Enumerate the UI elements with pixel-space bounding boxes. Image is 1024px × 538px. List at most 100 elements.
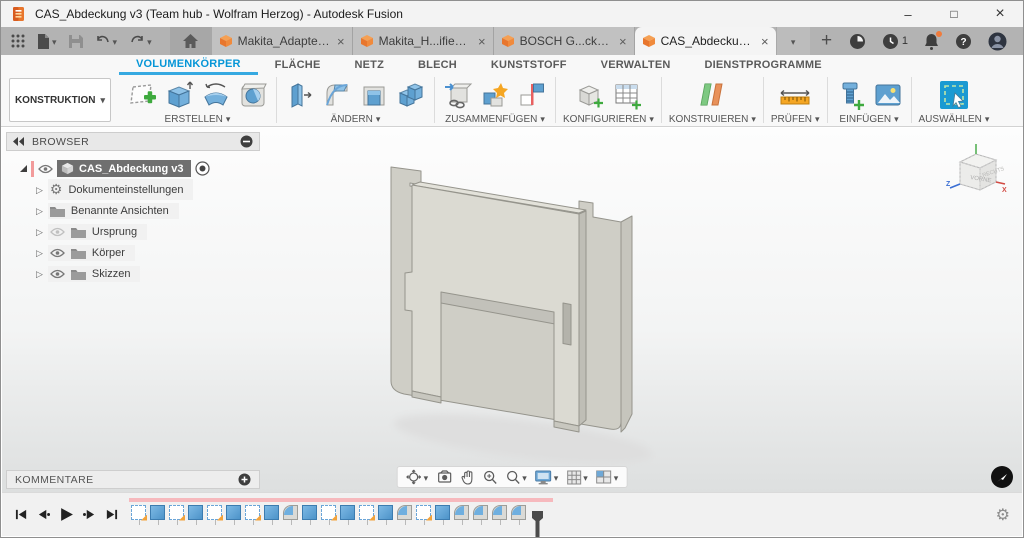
go-to-start-icon[interactable] xyxy=(15,508,28,521)
timeline-position-marker[interactable] xyxy=(532,511,543,537)
doc-tab-cas-abdeckung-active[interactable]: CAS_Abdeckung v3 xyxy=(635,27,776,55)
browser-item-dokumenteinstellungen[interactable]: Dokumenteinstellungen xyxy=(6,179,260,200)
maximize-icon[interactable] xyxy=(931,1,977,27)
pan-button[interactable] xyxy=(460,470,474,485)
tab-close-icon[interactable] xyxy=(337,34,345,49)
ribbon-tab-volumenkoerper[interactable]: VOLUMENKÖRPER xyxy=(119,55,258,75)
joint-icon[interactable] xyxy=(479,79,511,111)
timeline-feature-sketch[interactable] xyxy=(207,505,222,520)
group-label-aendern[interactable]: ÄNDERN xyxy=(331,114,381,125)
timeline-feature-fillet[interactable] xyxy=(283,505,298,520)
save-icon[interactable] xyxy=(63,29,89,53)
timeline-feature-extrude[interactable] xyxy=(378,505,393,520)
eye-visible-icon[interactable] xyxy=(38,164,53,174)
timeline-feature-sketch[interactable] xyxy=(131,505,146,520)
play-icon[interactable] xyxy=(59,507,74,522)
eye-visible-icon[interactable] xyxy=(50,269,65,279)
group-label-konfigurieren[interactable]: KONFIGURIEREN xyxy=(563,114,654,125)
tab-close-icon[interactable] xyxy=(478,34,486,49)
doc-tab-bosch[interactable]: BOSCH G...ckel v1 xyxy=(494,27,635,55)
tab-close-icon[interactable] xyxy=(761,34,769,49)
browser-item-skizzen[interactable]: Skizzen xyxy=(6,263,260,284)
activate-component-radio-icon[interactable] xyxy=(195,161,210,176)
expander-collapsed-icon[interactable] xyxy=(36,247,43,259)
browser-item-ursprung[interactable]: Ursprung xyxy=(6,221,260,242)
extrude-icon[interactable] xyxy=(163,79,195,111)
group-label-pruefen[interactable]: PRÜFEN xyxy=(771,114,820,125)
timeline-feature-extrude[interactable] xyxy=(226,505,241,520)
timeline-feature-extrude[interactable] xyxy=(340,505,355,520)
timeline-feature-extrude[interactable] xyxy=(264,505,279,520)
eye-visible-icon[interactable] xyxy=(50,248,65,258)
timeline-feature-fillet[interactable] xyxy=(473,505,488,520)
timeline-feature-extrude[interactable] xyxy=(435,505,450,520)
job-status-clock-icon[interactable]: 1 xyxy=(882,33,908,50)
revolve-icon[interactable] xyxy=(200,79,232,111)
tab-close-icon[interactable] xyxy=(619,34,627,49)
zoom-fit-button[interactable] xyxy=(505,468,527,486)
timeline-feature-sketch[interactable] xyxy=(359,505,374,520)
modeling-canvas[interactable]: BROWSER CAS_Abdeckung v3 Dokumenteinstel… xyxy=(2,128,1022,492)
user-avatar[interactable] xyxy=(988,32,1007,51)
browser-item-benannte-ansichten[interactable]: Benannte Ansichten xyxy=(6,200,260,221)
assistant-chat-button[interactable] xyxy=(991,466,1013,488)
step-forward-icon[interactable] xyxy=(83,508,96,521)
timeline-feature-fillet[interactable] xyxy=(492,505,507,520)
panel-minus-icon[interactable] xyxy=(240,135,253,148)
expander-collapsed-icon[interactable] xyxy=(36,268,43,280)
file-menu-icon[interactable] xyxy=(31,29,63,53)
zoom-button[interactable] xyxy=(482,470,497,485)
extension-manager-icon[interactable] xyxy=(849,33,866,50)
timeline-feature-sketch[interactable] xyxy=(245,505,260,520)
timeline-feature-extrude[interactable] xyxy=(302,505,317,520)
timeline-feature-fillet[interactable] xyxy=(511,505,526,520)
help-icon[interactable]: ? xyxy=(955,33,972,50)
go-to-end-icon[interactable] xyxy=(105,508,118,521)
joint-origin-icon[interactable] xyxy=(516,79,548,111)
look-at-button[interactable] xyxy=(436,470,452,484)
shell-icon[interactable] xyxy=(358,79,390,111)
press-pull-icon[interactable] xyxy=(284,79,316,111)
create-sketch-icon[interactable] xyxy=(126,79,158,111)
ribbon-tab-netz[interactable]: NETZ xyxy=(337,55,401,75)
group-label-auswaehlen[interactable]: AUSWÄHLEN xyxy=(919,114,990,125)
expander-collapsed-icon[interactable] xyxy=(36,226,43,238)
browser-root-component[interactable]: CAS_Abdeckung v3 xyxy=(6,158,260,179)
configuration-table-icon[interactable] xyxy=(611,79,643,111)
home-button[interactable] xyxy=(170,27,212,55)
timeline-rollback-bar[interactable] xyxy=(129,498,553,502)
add-comment-icon[interactable] xyxy=(238,473,251,486)
doc-tab-makita-h[interactable]: Makita_H...ified v3 xyxy=(353,27,494,55)
group-label-konstruieren[interactable]: KONSTRUIEREN xyxy=(669,114,756,125)
measure-icon[interactable] xyxy=(777,79,813,111)
doc-tab-makita-adapter3[interactable]: Makita_Adapter3 v3* xyxy=(212,27,353,55)
insert-component-icon[interactable] xyxy=(442,79,474,111)
konstruktion-dropdown-button[interactable]: KONSTRUKTION xyxy=(9,78,111,122)
ribbon-tab-verwalten[interactable]: VERWALTEN xyxy=(584,55,688,75)
timeline-feature-fillet[interactable] xyxy=(397,505,412,520)
insert-canvas-icon[interactable] xyxy=(872,79,904,111)
step-back-icon[interactable] xyxy=(37,508,50,521)
root-component-label-box[interactable]: CAS_Abdeckung v3 xyxy=(57,160,191,177)
viewports-button[interactable] xyxy=(596,468,619,486)
tab-list-chevron-icon[interactable] xyxy=(776,27,810,55)
close-icon[interactable] xyxy=(977,1,1023,27)
minimize-icon[interactable] xyxy=(885,1,931,27)
ribbon-tab-blech[interactable]: BLECH xyxy=(401,55,474,75)
group-label-einfuegen[interactable]: EINFÜGEN xyxy=(839,114,898,125)
combine-icon[interactable] xyxy=(395,79,427,111)
eye-hidden-icon[interactable] xyxy=(50,227,65,237)
ribbon-tab-dienstprogramme[interactable]: DIENSTPROGRAMME xyxy=(688,55,839,75)
display-settings-button[interactable] xyxy=(535,468,559,486)
timeline-feature-sketch[interactable] xyxy=(416,505,431,520)
select-icon[interactable] xyxy=(937,79,971,111)
redo-icon[interactable] xyxy=(123,29,158,53)
expander-collapsed-icon[interactable] xyxy=(36,205,43,217)
undo-icon[interactable] xyxy=(89,29,124,53)
group-label-zusammenfuegen[interactable]: ZUSAMMENFÜGEN xyxy=(445,114,545,125)
notifications-bell-icon[interactable] xyxy=(924,33,939,50)
insert-fastener-icon[interactable] xyxy=(835,79,867,111)
new-tab-icon[interactable] xyxy=(810,27,844,55)
timeline-feature-fillet[interactable] xyxy=(454,505,469,520)
ribbon-tab-flaeche[interactable]: FLÄCHE xyxy=(258,55,338,75)
